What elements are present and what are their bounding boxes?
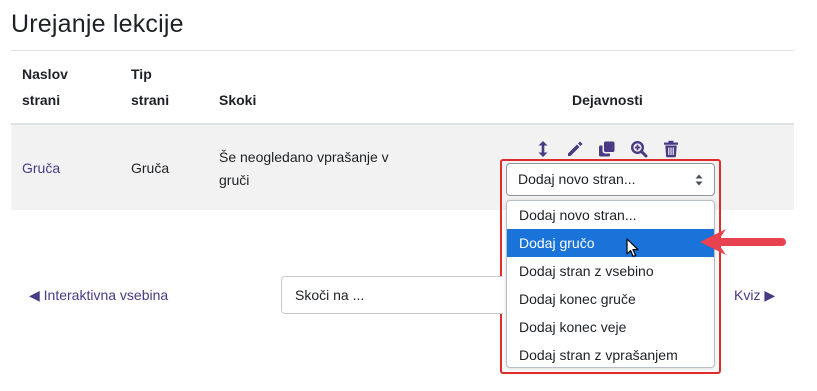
preview-icon[interactable] xyxy=(629,140,649,158)
option-add-new-page[interactable]: Dodaj novo stran... xyxy=(507,201,714,229)
mouse-cursor-icon xyxy=(626,238,639,258)
option-add-cluster[interactable]: Dodaj gručo xyxy=(507,229,714,257)
add-page-options-list: Dodaj novo stran... Dodaj gručo Dodaj st… xyxy=(506,200,715,368)
column-header-type-line2: strani xyxy=(131,92,170,108)
annotation-arrow-icon xyxy=(700,229,786,255)
option-add-content-page[interactable]: Dodaj stran z vsebino xyxy=(507,257,714,285)
column-header-actions: Dejavnosti xyxy=(572,92,643,108)
row-actions xyxy=(533,140,681,158)
jump-to-select[interactable]: Skoči na ... xyxy=(281,276,503,314)
select-caret-icon xyxy=(695,174,703,186)
column-header-type-line1: Tip xyxy=(131,66,152,82)
page-jumps: Še neogledano vprašanje v gruči xyxy=(219,146,389,192)
jump-to-select-value: Skoči na ... xyxy=(295,287,365,303)
add-page-select-value: Dodaj novo stran... xyxy=(518,171,636,187)
page-jumps-line2: gruči xyxy=(219,172,250,188)
table-header: Naslov strani Tip strani Skoki Dejavnost… xyxy=(11,51,794,123)
page-jumps-line1: Še neogledano vprašanje v xyxy=(219,149,389,165)
next-activity-link[interactable]: Kviz ▶ xyxy=(734,285,775,305)
edit-icon[interactable] xyxy=(565,140,585,158)
previous-activity-link[interactable]: ◀ Interaktivna vsebina xyxy=(29,285,168,305)
option-add-question-page[interactable]: Dodaj stran z vprašanjem xyxy=(507,341,714,369)
option-add-end-of-cluster[interactable]: Dodaj konec gruče xyxy=(507,285,714,313)
move-icon[interactable] xyxy=(533,140,553,158)
add-page-select[interactable]: Dodaj novo stran... xyxy=(506,163,715,196)
duplicate-icon[interactable] xyxy=(597,140,617,158)
delete-icon[interactable] xyxy=(661,140,681,158)
column-header-title: Naslov strani xyxy=(22,61,68,113)
page-title-link[interactable]: Gruča xyxy=(22,157,60,180)
page-title: Urejanje lekcije xyxy=(11,10,184,38)
column-header-title-line2: strani xyxy=(22,92,61,108)
option-add-end-of-branch[interactable]: Dodaj konec veje xyxy=(507,313,714,341)
column-header-title-line1: Naslov xyxy=(22,66,68,82)
column-header-jumps: Skoki xyxy=(219,92,257,108)
column-header-type: Tip strani xyxy=(131,61,169,113)
page-type: Gruča xyxy=(131,160,170,176)
